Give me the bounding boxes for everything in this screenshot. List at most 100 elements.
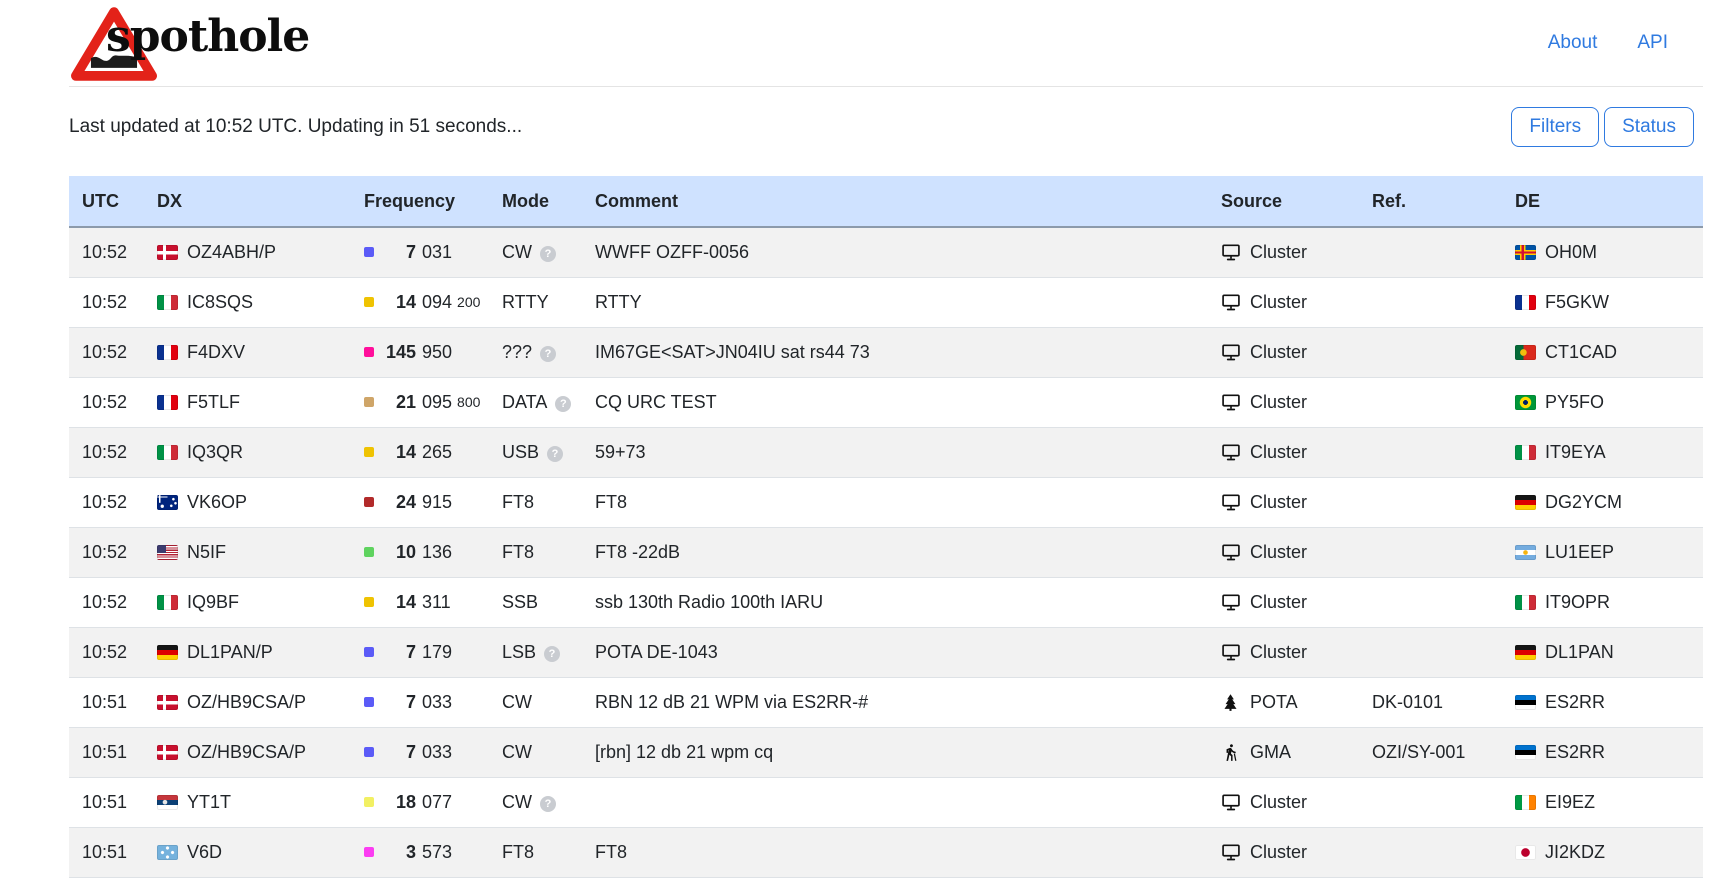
main-nav: About API [1548,32,1668,54]
dx-callsign-link[interactable]: YT1T [187,792,231,812]
mode-help-icon[interactable] [540,346,556,362]
de-country-flag [1515,845,1536,860]
frequency-khz: 031 [422,242,452,263]
dx-country-flag [157,395,178,410]
de-callsign-link[interactable]: ES2RR [1545,692,1605,712]
de-callsign-link[interactable]: OH0M [1545,242,1597,262]
de-callsign-link[interactable]: LU1EEP [1545,542,1614,562]
table-row: 10:52 IQ9BF 14 311 SSB ssb 130th Radio 1… [69,577,1703,627]
spot-frequency-cell: 145 950 [351,327,489,377]
monitor-icon [1221,542,1241,562]
spot-dx-cell: OZ4ABH/P [144,227,351,277]
spot-dx-cell: N5IF [144,527,351,577]
monitor-icon [1221,792,1241,812]
frequency-mhz: 14 [382,592,416,613]
spot-time: 10:52 [69,327,144,377]
spot-source-cell: Cluster [1208,427,1359,477]
frequency-mhz: 18 [382,792,416,813]
dx-callsign-link[interactable]: F5TLF [187,392,240,412]
de-country-flag [1515,295,1536,310]
band-color-square [364,347,374,357]
source-label: Cluster [1250,842,1307,862]
dx-country-flag [157,445,178,460]
frequency-mhz: 145 [382,342,416,363]
de-country-flag [1515,745,1536,760]
spot-mode-cell: USB [489,427,582,477]
de-callsign-link[interactable]: PY5FO [1545,392,1604,412]
mode-help-icon[interactable] [540,796,556,812]
de-callsign-link[interactable]: IT9EYA [1545,442,1606,462]
mode-label: USB [502,442,539,462]
frequency-mhz: 21 [382,392,416,413]
logo[interactable]: spothole [69,0,389,87]
dx-callsign-link[interactable]: OZ4ABH/P [187,242,276,262]
dx-callsign-link[interactable]: IQ9BF [187,592,239,612]
dx-callsign-link[interactable]: IC8SQS [187,292,253,312]
table-row: 10:52 F4DXV 145 950 ??? IM67GE<SAT>JN04I… [69,327,1703,377]
spot-de-cell: DL1PAN [1502,627,1703,677]
dx-callsign-link[interactable]: IQ3QR [187,442,243,462]
dx-callsign-link[interactable]: VK6OP [187,492,247,512]
de-callsign-link[interactable]: ES2RR [1545,742,1605,762]
spot-de-cell: IT9OPR [1502,577,1703,627]
spot-comment [582,777,1208,827]
spot-frequency-cell: 21 095 800 [351,377,489,427]
dx-callsign-link[interactable]: F4DXV [187,342,245,362]
spot-dx-cell: YT1T [144,777,351,827]
band-color-square [364,647,374,657]
spot-time: 10:52 [69,527,144,577]
mode-help-icon[interactable] [555,396,571,412]
spot-dx-cell: DL1PAN/P [144,627,351,677]
spot-source-cell: POTA [1208,677,1359,727]
de-callsign-link[interactable]: EI9EZ [1545,792,1595,812]
de-callsign-link[interactable]: CT1CAD [1545,342,1617,362]
status-button[interactable]: Status [1604,107,1694,147]
de-country-flag [1515,245,1536,260]
spots-body: 10:52 OZ4ABH/P 7 031 CW WWFF OZFF-0056 C… [69,227,1703,877]
mode-help-icon[interactable] [544,646,560,662]
dx-callsign-link[interactable]: OZ/HB9CSA/P [187,692,306,712]
mode-help-icon[interactable] [547,446,563,462]
spot-ref [1359,277,1502,327]
dx-callsign-link[interactable]: N5IF [187,542,226,562]
spot-frequency-cell: 7 033 [351,727,489,777]
band-color-square [364,697,374,707]
mode-help-icon[interactable] [540,246,556,262]
frequency-khz: 033 [422,692,452,713]
dx-callsign-link[interactable]: OZ/HB9CSA/P [187,742,306,762]
nav-link-about[interactable]: About [1548,32,1598,54]
frequency-khz: 033 [422,742,452,763]
spot-mode-cell: FT8 [489,477,582,527]
dx-country-flag [157,295,178,310]
spot-source-cell: Cluster [1208,227,1359,277]
de-callsign-link[interactable]: IT9OPR [1545,592,1610,612]
frequency-mhz: 7 [382,742,416,763]
dx-callsign-link[interactable]: V6D [187,842,222,862]
band-color-square [364,797,374,807]
de-country-flag [1515,795,1536,810]
spot-source-cell: Cluster [1208,477,1359,527]
dx-country-flag [157,245,178,260]
spot-dx-cell: OZ/HB9CSA/P [144,677,351,727]
frequency-mhz: 10 [382,542,416,563]
de-country-flag [1515,495,1536,510]
spot-de-cell: F5GKW [1502,277,1703,327]
spot-ref [1359,427,1502,477]
de-callsign-link[interactable]: JI2KDZ [1545,842,1605,862]
spot-source-cell: Cluster [1208,627,1359,677]
dx-country-flag [157,345,178,360]
dx-callsign-link[interactable]: DL1PAN/P [187,642,273,662]
de-callsign-link[interactable]: DG2YCM [1545,492,1622,512]
logo-text: spothole [106,11,309,62]
nav-link-api[interactable]: API [1637,32,1668,54]
table-row: 10:51 OZ/HB9CSA/P 7 033 CW RBN 12 dB 21 … [69,677,1703,727]
filters-button[interactable]: Filters [1511,107,1599,147]
frequency-khz: 311 [422,592,451,613]
de-country-flag [1515,645,1536,660]
de-callsign-link[interactable]: DL1PAN [1545,642,1614,662]
frequency-mhz: 7 [382,242,416,263]
source-label: Cluster [1250,342,1307,362]
spot-source-cell: Cluster [1208,377,1359,427]
table-row: 10:52 N5IF 10 136 FT8 FT8 -22dB Cluster … [69,527,1703,577]
de-callsign-link[interactable]: F5GKW [1545,292,1609,312]
